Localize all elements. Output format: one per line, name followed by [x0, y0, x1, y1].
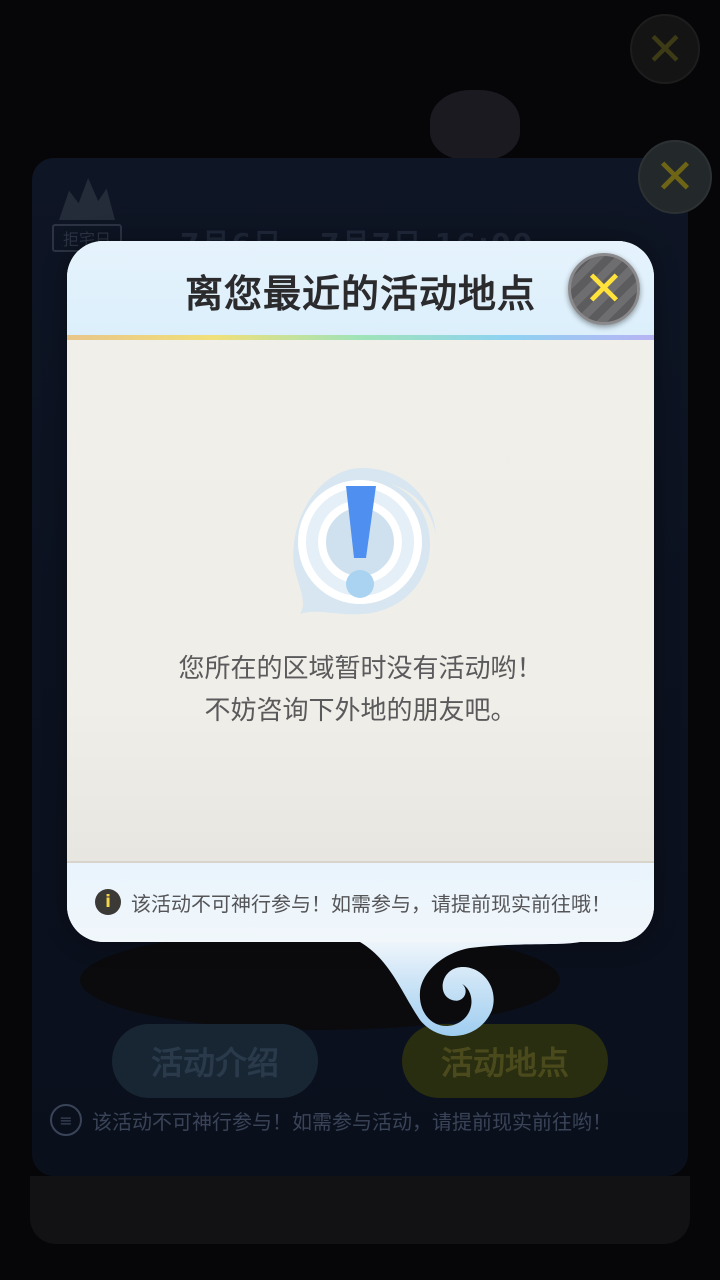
- message-line-1: 您所在的区域暂时没有活动哟！: [178, 654, 543, 684]
- no-activity-message: 您所在的区域暂时没有活动哟！ 不妨咨询下外地的朋友吧。: [67, 648, 654, 732]
- message-line-2: 不妨咨询下外地的朋友吧。: [204, 696, 517, 726]
- dialog-close-button[interactable]: ✕: [568, 253, 640, 325]
- speech-bubble-tail: [360, 942, 580, 1037]
- alert-exclamation-icon: [282, 462, 442, 628]
